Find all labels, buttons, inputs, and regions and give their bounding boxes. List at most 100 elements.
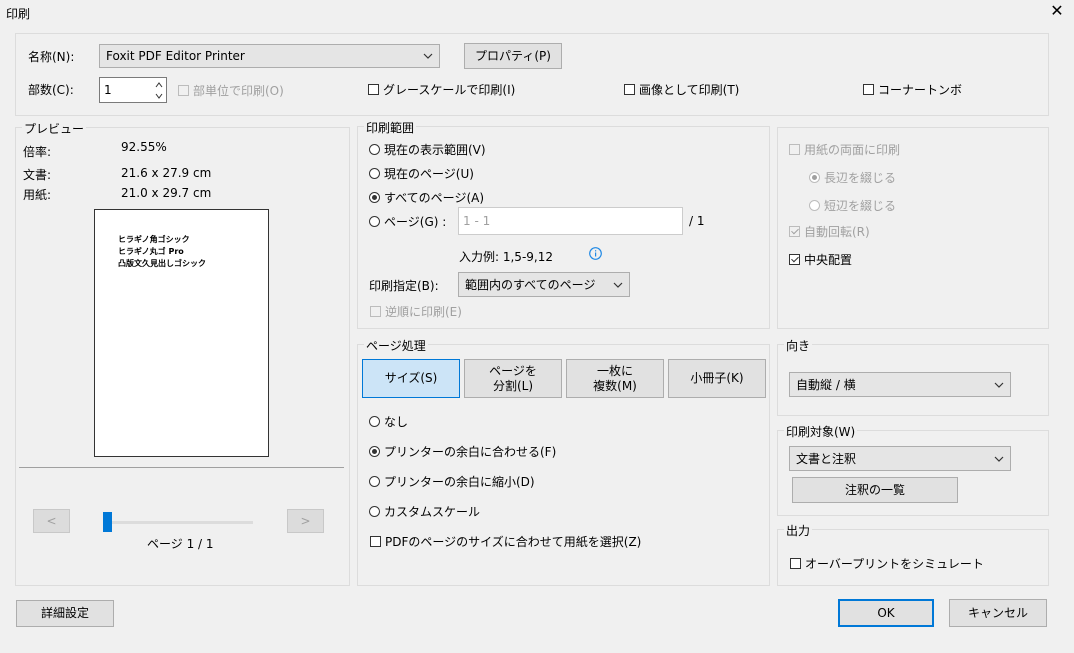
none-radio[interactable]: なし (369, 413, 408, 430)
spin-down-icon[interactable] (155, 92, 163, 100)
grayscale-label: グレースケールで印刷(I) (383, 83, 516, 97)
checkbox-box (789, 254, 800, 265)
close-icon[interactable]: ✕ (1050, 3, 1064, 19)
print-what-label: 印刷対象(W) (784, 423, 858, 440)
page-slider-thumb[interactable] (103, 512, 112, 532)
copies-input[interactable]: 1 (99, 77, 167, 103)
orientation-select[interactable]: 自動縦 / 横 (789, 372, 1011, 397)
corner-marks-checkbox[interactable]: コーナートンボ (863, 81, 962, 98)
both-sides-checkbox[interactable]: 用紙の両面に印刷 (789, 141, 900, 158)
orientation-label: 向き (784, 337, 813, 354)
printer-select[interactable]: Foxit PDF Editor Printer (99, 44, 440, 68)
tab-multiple-per-sheet[interactable]: 一枚に 複数(M) (566, 359, 664, 398)
tab-size[interactable]: サイズ(S) (362, 359, 460, 398)
ok-button[interactable]: OK (838, 599, 934, 627)
radio-dot (369, 192, 380, 203)
radio-dot (369, 416, 380, 427)
previous-page-button[interactable]: < (33, 509, 70, 533)
custom-scale-label: カスタムスケール (384, 505, 481, 519)
next-page-button[interactable]: > (287, 509, 324, 533)
printer-name-label: 名称(N): (28, 50, 75, 64)
simulate-overprint-label: オーバープリントをシミュレート (805, 557, 984, 571)
tab-booklet[interactable]: 小冊子(K) (668, 359, 766, 398)
reverse-order-label: 逆順に印刷(E) (385, 305, 462, 319)
copies-label: 部数(C): (28, 83, 74, 97)
paper-size-label: 用紙: (23, 188, 52, 202)
center-checkbox[interactable]: 中央配置 (789, 251, 852, 268)
tab-split-pages[interactable]: ページを 分割(L) (464, 359, 562, 398)
print-what-select[interactable]: 文書と注釈 (789, 446, 1011, 471)
none-label: なし (384, 415, 409, 429)
preview-line: 凸版文久見出しゴシック (118, 259, 206, 268)
radio-dot (369, 216, 380, 227)
fit-label: プリンターの余白に合わせる(F) (384, 445, 557, 459)
simulate-overprint-checkbox[interactable]: オーバープリントをシミュレート (790, 555, 984, 572)
zoom-label: 倍率: (23, 145, 52, 159)
copies-value: 1 (104, 83, 112, 97)
long-edge-radio[interactable]: 長辺を綴じる (809, 169, 896, 186)
shrink-label: プリンターの余白に縮小(D) (384, 475, 535, 489)
all-pages-radio[interactable]: すべてのページ(A) (369, 189, 484, 206)
center-label: 中央配置 (804, 253, 853, 267)
page-indicator: ページ 1 / 1 (147, 537, 214, 551)
short-edge-label: 短辺を綴じる (824, 199, 897, 213)
current-view-radio[interactable]: 現在の表示範囲(V) (369, 141, 486, 158)
long-edge-label: 長辺を綴じる (824, 171, 897, 185)
auto-rotate-label: 自動回転(R) (804, 225, 870, 239)
preview-line: ヒラギノ丸ゴ Pro (118, 247, 184, 256)
preview-divider (19, 467, 344, 468)
advanced-button[interactable]: 詳細設定 (16, 600, 114, 627)
summarize-comments-button[interactable]: 注釈の一覧 (792, 477, 958, 503)
short-edge-radio[interactable]: 短辺を綴じる (809, 197, 896, 214)
checkbox-box (863, 84, 874, 95)
as-image-checkbox[interactable]: 画像として印刷(T) (624, 81, 739, 98)
corner-marks-label: コーナートンボ (878, 83, 963, 97)
collate-label: 部単位で印刷(O) (193, 84, 284, 98)
choose-paper-checkbox[interactable]: PDFのページのサイズに合わせて用紙を選択(Z) (370, 533, 641, 550)
as-image-label: 画像として印刷(T) (639, 83, 740, 97)
properties-button[interactable]: プロパティ(P) (464, 43, 562, 69)
chevron-down-icon (994, 456, 1004, 462)
pages-radio[interactable]: ページ(G) : (369, 213, 446, 230)
subset-select[interactable]: 範囲内のすべてのページ (458, 272, 630, 297)
document-size-label: 文書: (23, 168, 52, 182)
cancel-button[interactable]: キャンセル (949, 599, 1047, 627)
printer-select-value: Foxit PDF Editor Printer (106, 49, 245, 63)
auto-rotate-checkbox[interactable]: 自動回転(R) (789, 223, 870, 240)
radio-dot (369, 446, 380, 457)
radio-dot (369, 476, 380, 487)
current-page-radio[interactable]: 現在のページ(U) (369, 165, 474, 182)
checkbox-box (624, 84, 635, 95)
collate-checkbox[interactable]: 部単位で印刷(O) (178, 82, 284, 99)
chevron-down-icon (423, 53, 433, 59)
choose-paper-label: PDFのページのサイズに合わせて用紙を選択(Z) (385, 535, 642, 549)
checkbox-box (178, 85, 189, 96)
reverse-order-checkbox[interactable]: 逆順に印刷(E) (370, 303, 462, 320)
page-slider-track[interactable] (103, 521, 253, 524)
chevron-down-icon (994, 382, 1004, 388)
preview-group-label: プレビュー (22, 120, 87, 137)
both-sides-label: 用紙の両面に印刷 (804, 143, 901, 157)
current-view-label: 現在の表示範囲(V) (384, 143, 486, 157)
window-title: 印刷 (6, 7, 31, 21)
zoom-value: 92.55% (121, 140, 167, 154)
grayscale-checkbox[interactable]: グレースケールで印刷(I) (368, 81, 515, 98)
info-icon[interactable] (589, 247, 602, 260)
output-label: 出力 (784, 522, 813, 539)
paper-size-value: 21.0 x 29.7 cm (121, 186, 212, 200)
radio-dot (809, 200, 820, 211)
custom-scale-radio[interactable]: カスタムスケール (369, 503, 480, 520)
spin-up-icon[interactable] (155, 81, 163, 89)
checkbox-box (368, 84, 379, 95)
radio-dot (369, 506, 380, 517)
pages-input-placeholder: 1 - 1 (463, 214, 491, 228)
checkbox-box (370, 306, 381, 317)
fit-radio[interactable]: プリンターの余白に合わせる(F) (369, 443, 556, 460)
shrink-radio[interactable]: プリンターの余白に縮小(D) (369, 473, 535, 490)
current-page-label: 現在のページ(U) (384, 167, 474, 181)
range-example: 入力例: 1,5-9,12 (459, 250, 553, 264)
orientation-value: 自動縦 / 横 (796, 378, 856, 392)
checkbox-box (789, 144, 800, 155)
pages-input[interactable]: 1 - 1 (458, 207, 683, 235)
print-what-group: 印刷対象(W) (777, 423, 1049, 516)
